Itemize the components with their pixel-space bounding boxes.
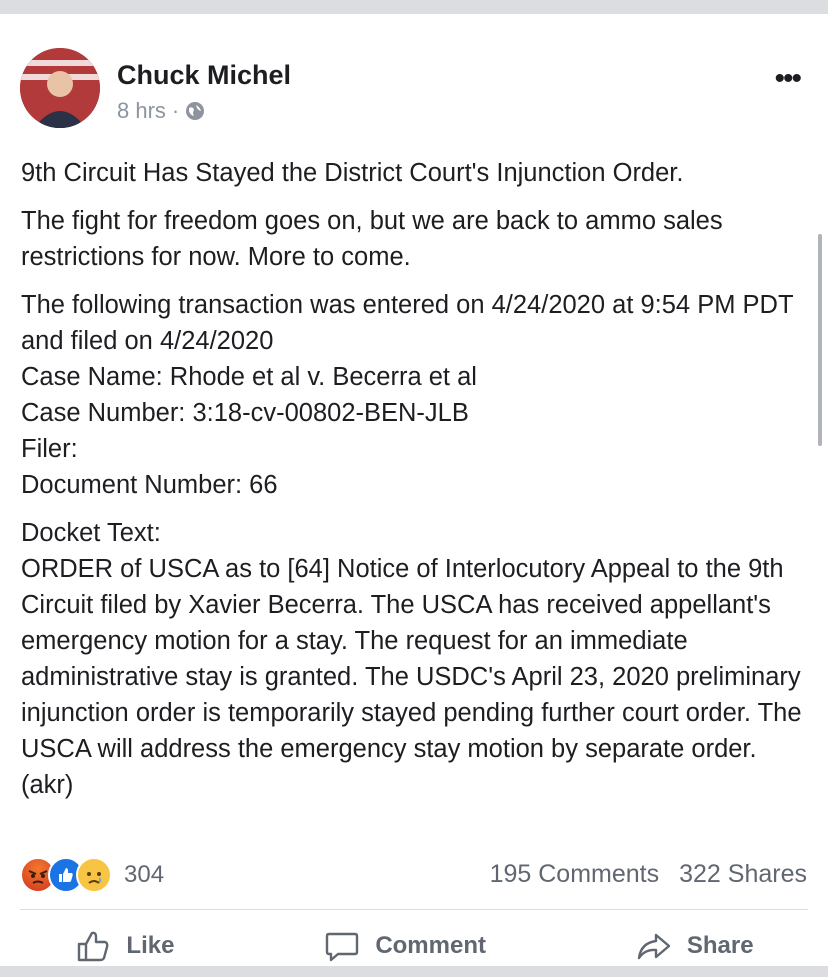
share-arrow-icon	[637, 933, 671, 960]
author-avatar[interactable]	[20, 48, 100, 128]
scrollbar[interactable]	[818, 234, 822, 446]
post-paragraph: Docket Text: ORDER of USCA as to [64] No…	[21, 519, 802, 799]
author-name[interactable]: Chuck Michel	[117, 60, 291, 91]
share-label: Share	[686, 932, 754, 959]
post-meta: 8 hrs ·	[117, 98, 205, 124]
like-label: Like	[126, 932, 175, 959]
meta-separator: ·	[171, 98, 180, 123]
globe-icon	[186, 102, 205, 120]
thumbs-up-icon	[78, 931, 109, 962]
post-card: Chuck Michel 8 hrs · ••• 9th Circuit Has…	[0, 14, 828, 966]
reactions-summary[interactable]: 304	[20, 857, 164, 893]
post-paragraph: The fight for freedom goes on, but we ar…	[21, 207, 723, 271]
post-body: 9th Circuit Has Stayed the District Cour…	[21, 155, 811, 803]
reaction-count: 304	[124, 861, 165, 888]
comment-icon	[326, 932, 359, 962]
comments-count-link[interactable]: 195 Comments	[490, 860, 660, 889]
more-options-icon[interactable]: •••	[774, 64, 801, 94]
post-paragraph: The following transaction was entered on…	[21, 291, 794, 499]
post-paragraph: 9th Circuit Has Stayed the District Cour…	[21, 159, 684, 187]
share-button[interactable]: Share	[635, 927, 754, 965]
comment-button[interactable]: Comment	[323, 927, 486, 965]
action-bar: Like Comment Share	[0, 917, 828, 975]
shares-count-link[interactable]: 322 Shares	[679, 860, 807, 889]
like-button[interactable]: Like	[74, 927, 174, 965]
comment-label: Comment	[375, 932, 486, 959]
post-time[interactable]: 8 hrs	[117, 98, 166, 124]
engagement-stats: 195 Comments 322 Shares	[490, 860, 807, 889]
sad-icon	[76, 857, 112, 893]
divider	[20, 909, 808, 910]
